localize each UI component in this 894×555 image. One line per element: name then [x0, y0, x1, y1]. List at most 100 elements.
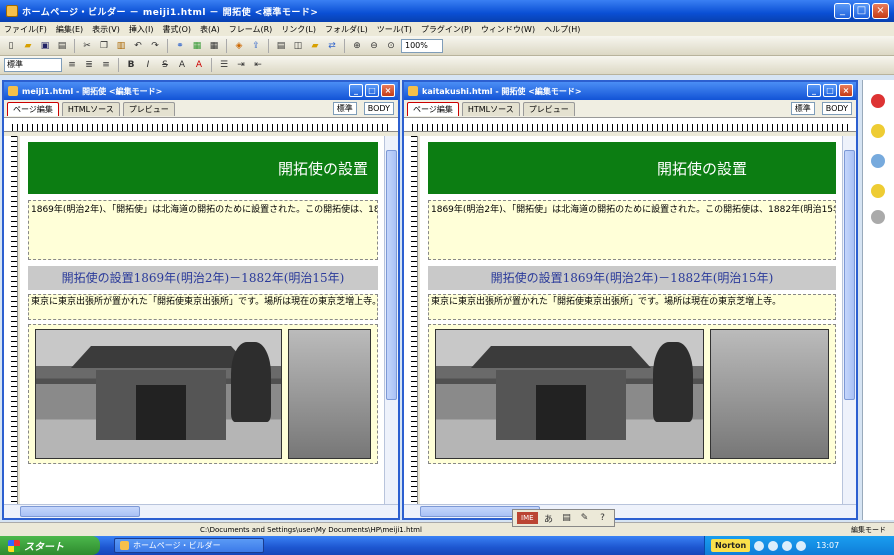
tab-html-source[interactable]: HTMLソース	[461, 101, 520, 116]
transfer-icon[interactable]: ⇄	[325, 39, 339, 53]
ime-help-icon[interactable]: ?	[596, 511, 610, 525]
menu-view[interactable]: 表示(V)	[92, 24, 120, 35]
right-maximize-button[interactable]: □	[823, 84, 837, 97]
tray-icon-1[interactable]	[754, 540, 765, 551]
new-icon[interactable]: ▯	[4, 39, 18, 53]
right-body-select[interactable]: BODY	[821, 102, 852, 115]
left-maximize-button[interactable]: □	[365, 84, 379, 97]
clock[interactable]: 13:07	[816, 541, 839, 550]
side-photo[interactable]	[288, 329, 371, 459]
font-size-icon[interactable]: A	[175, 58, 189, 72]
tab-preview[interactable]: プレビュー	[522, 101, 575, 116]
panel-icon-4[interactable]	[871, 184, 885, 198]
tray-icon-2[interactable]	[768, 540, 779, 551]
page-banner[interactable]: 開拓使の設置	[28, 142, 378, 194]
strike-icon[interactable]: S	[158, 58, 172, 72]
section-heading[interactable]: 開拓使の設置1869年(明治2年)－1882年(明治15年)	[28, 266, 378, 290]
align-left-icon[interactable]: ≡	[65, 58, 79, 72]
side-photo[interactable]	[709, 329, 829, 459]
panel-icon-5[interactable]	[871, 210, 885, 224]
intro-paragraph[interactable]: 1869年(明治2年)、「開拓使」は北海道の開拓のために設置された。この開拓使は…	[428, 200, 836, 260]
menu-format[interactable]: 書式(O)	[162, 24, 191, 35]
section-paragraph[interactable]: 東京に東京出張所が置かれた「開拓使東京出張所」です。場所は現在の東京芝増上寺。	[428, 294, 836, 320]
menu-folder[interactable]: フォルダ(L)	[325, 24, 368, 35]
menu-link[interactable]: リンク(L)	[281, 24, 316, 35]
list-icon[interactable]: ☰	[217, 58, 231, 72]
bold-icon[interactable]: B	[124, 58, 138, 72]
print-icon[interactable]: ▤	[55, 39, 69, 53]
indent-icon[interactable]: ⇥	[234, 58, 248, 72]
section-heading[interactable]: 開拓使の設置1869年(明治2年)－1882年(明治15年)	[428, 266, 836, 290]
zoom-icon[interactable]: ⊙	[384, 39, 398, 53]
section-paragraph[interactable]: 東京に東京出張所が置かれた「開拓使東京出張所」です。場所は現在の東京芝増上寺。	[28, 294, 378, 320]
right-close-button[interactable]: ×	[839, 84, 853, 97]
menu-window[interactable]: ウィンドウ(W)	[481, 24, 535, 35]
tray-icon-4[interactable]	[796, 540, 807, 551]
left-style-select[interactable]: 標準	[332, 102, 357, 115]
copy-icon[interactable]: ❐	[97, 39, 111, 53]
font-color-icon[interactable]: A	[192, 58, 206, 72]
panel-icon-1[interactable]	[871, 94, 885, 108]
ime-dict-icon[interactable]: ▤	[560, 511, 574, 525]
italic-icon[interactable]: I	[141, 58, 155, 72]
ime-mode-icon[interactable]: あ	[542, 511, 556, 525]
menu-insert[interactable]: 挿入(I)	[129, 24, 154, 35]
left-edit-canvas[interactable]: 開拓使の設置 1869年(明治2年)、「開拓使」は北海道の開拓のために設置された…	[20, 136, 384, 504]
tab-preview[interactable]: プレビュー	[122, 101, 175, 116]
minimize-button[interactable]: _	[834, 3, 851, 19]
tab-page-edit[interactable]: ページ編集	[7, 101, 59, 116]
right-style-select[interactable]: 標準	[790, 102, 815, 115]
paste-icon[interactable]: ▥	[114, 39, 128, 53]
folder-icon[interactable]: ▰	[308, 39, 322, 53]
panel-icon-3[interactable]	[871, 154, 885, 168]
left-vertical-scrollbar[interactable]	[384, 136, 398, 504]
zoom-select[interactable]: 100%	[401, 38, 443, 53]
norton-icon[interactable]: Norton	[711, 539, 751, 552]
start-button[interactable]: スタート	[0, 536, 100, 555]
left-body-select[interactable]: BODY	[363, 102, 394, 115]
intro-paragraph[interactable]: 1869年(明治2年)、「開拓使」は北海道の開拓のために設置された。この開拓使は…	[28, 200, 378, 260]
menu-help[interactable]: ヘルプ(H)	[544, 24, 580, 35]
panel-icon-2[interactable]	[871, 124, 885, 138]
outdent-icon[interactable]: ⇤	[251, 58, 265, 72]
left-minimize-button[interactable]: _	[349, 84, 363, 97]
align-center-icon[interactable]: ≣	[82, 58, 96, 72]
left-horizontal-scrollbar[interactable]	[4, 504, 398, 518]
right-horizontal-scrollbar[interactable]	[404, 504, 856, 518]
table-icon[interactable]: ▦	[207, 39, 221, 53]
gate-photo[interactable]	[435, 329, 704, 459]
link-icon[interactable]: ⚭	[173, 39, 187, 53]
preview-icon[interactable]: ◈	[232, 39, 246, 53]
style-select[interactable]: 標準	[4, 58, 62, 72]
menu-edit[interactable]: 編集(E)	[56, 24, 83, 35]
page-banner[interactable]: 開拓使の設置	[428, 142, 836, 194]
close-button[interactable]: ×	[872, 3, 889, 19]
cut-icon[interactable]: ✂	[80, 39, 94, 53]
gate-photo[interactable]	[35, 329, 283, 459]
save-icon[interactable]: ▣	[38, 39, 52, 53]
right-minimize-button[interactable]: _	[807, 84, 821, 97]
tab-page-edit[interactable]: ページ編集	[407, 101, 459, 116]
undo-icon[interactable]: ↶	[131, 39, 145, 53]
tray-icon-3[interactable]	[782, 540, 793, 551]
ime-pad-icon[interactable]: ✎	[578, 511, 592, 525]
tab-html-source[interactable]: HTMLソース	[61, 101, 120, 116]
right-edit-canvas[interactable]: 開拓使の設置 1869年(明治2年)、「開拓使」は北海道の開拓のために設置された…	[420, 136, 842, 504]
menu-file[interactable]: ファイル(F)	[4, 24, 47, 35]
open-icon[interactable]: ▰	[21, 39, 35, 53]
menu-frame[interactable]: フレーム(R)	[229, 24, 273, 35]
right-vertical-scrollbar[interactable]	[842, 136, 856, 504]
zoom-out-icon[interactable]: ⊖	[367, 39, 381, 53]
menu-plugins[interactable]: プラグイン(P)	[421, 24, 472, 35]
zoom-in-icon[interactable]: ⊕	[350, 39, 364, 53]
align-right-icon[interactable]: ≡	[99, 58, 113, 72]
maximize-button[interactable]: □	[853, 3, 870, 19]
image-icon[interactable]: ▦	[190, 39, 204, 53]
publish-icon[interactable]: ⇪	[249, 39, 263, 53]
menu-table[interactable]: 表(A)	[200, 24, 220, 35]
menu-tools[interactable]: ツール(T)	[377, 24, 412, 35]
site-icon[interactable]: ◫	[291, 39, 305, 53]
taskbar-item-homepage-builder[interactable]: ホームページ・ビルダー	[114, 538, 264, 553]
calendar-icon[interactable]: ▤	[274, 39, 288, 53]
redo-icon[interactable]: ↷	[148, 39, 162, 53]
